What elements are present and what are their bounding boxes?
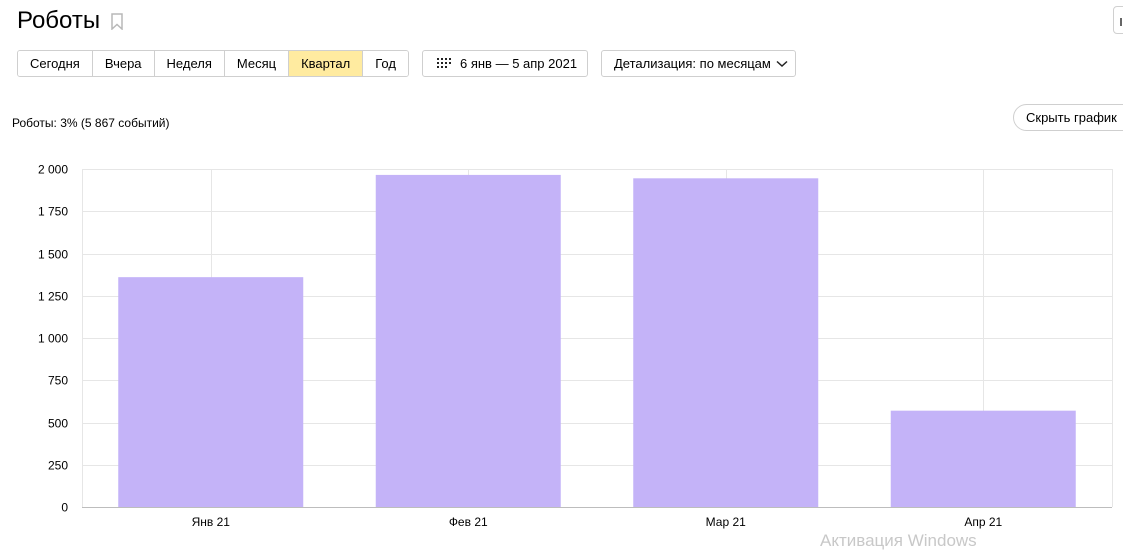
- y-tick-label: 750: [48, 374, 68, 388]
- bar[interactable]: [890, 410, 1076, 507]
- windows-activation-watermark: Активация Windows: [820, 531, 977, 550]
- x-tick-label: Фев 21: [449, 515, 488, 529]
- bar[interactable]: [633, 178, 819, 508]
- bar[interactable]: [375, 174, 561, 508]
- y-tick-label: 250: [48, 459, 68, 473]
- y-tick-label: 1 250: [38, 290, 68, 304]
- bar[interactable]: [118, 277, 304, 507]
- y-tick-label: 1 000: [38, 332, 68, 346]
- y-tick-label: 1 750: [38, 205, 68, 219]
- y-tick-label: 0: [61, 501, 68, 515]
- y-tick-label: 500: [48, 417, 68, 431]
- y-tick-label: 2 000: [38, 163, 68, 177]
- x-tick-label: Апр 21: [964, 515, 1002, 529]
- x-tick-label: Янв 21: [192, 515, 231, 529]
- x-tick-label: Мар 21: [706, 515, 746, 529]
- y-tick-label: 1 500: [38, 248, 68, 262]
- bar-chart: 0 250 500 750 1 000 1 250 1 500 1 750 2 000 Янв 2…: [38, 163, 1113, 529]
